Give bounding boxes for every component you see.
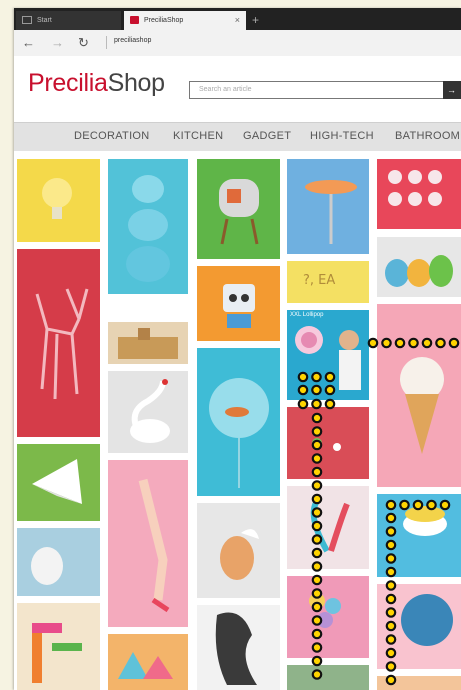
site-favicon-icon <box>130 16 139 25</box>
product-tile-hearts[interactable] <box>377 159 461 229</box>
product-tile-paint-roller[interactable] <box>287 159 369 254</box>
close-tab-button[interactable]: × <box>235 11 240 30</box>
search-button[interactable]: → <box>443 81 461 99</box>
tab-preciliashop[interactable]: PreciliaShop × <box>124 11 246 30</box>
product-tile-blue-stack[interactable] <box>108 159 188 294</box>
menu-item-high-tech[interactable]: HIGH-TECH <box>310 130 374 142</box>
product-tile-origami[interactable] <box>17 444 100 521</box>
product-tile-ikea-keys[interactable]: ?, EA <box>287 261 369 303</box>
site-header: PreciliaShop Search an article → <box>14 56 461 122</box>
site-logo[interactable]: PreciliaShop <box>28 69 165 98</box>
product-tile-patchwork-chair[interactable] <box>197 159 280 259</box>
product-tile-chair-toy[interactable] <box>17 603 100 690</box>
product-tile-fish-balloon[interactable] <box>197 348 280 496</box>
url-field[interactable]: preciliashop <box>114 37 151 44</box>
product-tile-dessert[interactable] <box>377 676 461 690</box>
logo-part-precilia: Precilia <box>28 69 108 97</box>
page-icon <box>22 16 32 25</box>
product-tile-lollipop[interactable]: XXL Lollipop <box>287 310 369 400</box>
tile-text: ?, EA <box>303 273 336 288</box>
product-tile-feather-vase[interactable] <box>287 486 369 569</box>
product-tile-landscape[interactable] <box>287 665 369 690</box>
product-tile-balloons[interactable] <box>287 576 369 658</box>
address-separator <box>106 36 107 49</box>
product-tile-glass-deer[interactable] <box>17 249 100 437</box>
search-input[interactable]: Search an article <box>189 81 444 99</box>
product-tile-lightbulb[interactable] <box>17 159 100 242</box>
product-tile-robot[interactable] <box>197 266 280 341</box>
browser-window: Start PreciliaShop × + ← → ↻ preciliasho… <box>14 8 461 690</box>
product-grid: ?, EA XXL Lollipop <box>14 151 461 690</box>
new-tab-button[interactable]: + <box>252 11 259 30</box>
product-tile-leg-lamp[interactable] <box>108 460 188 627</box>
back-button[interactable]: ← <box>22 34 35 51</box>
tile-caption: XXL Lollipop <box>290 312 324 318</box>
tab-label: Start <box>37 17 52 24</box>
address-bar: ← → ↻ preciliashop <box>14 30 461 57</box>
product-tile-pyramids[interactable] <box>108 634 188 690</box>
refresh-button[interactable]: ↻ <box>78 34 89 51</box>
product-tile-egg[interactable] <box>197 503 280 598</box>
product-tile-ice-cream[interactable] <box>377 304 461 487</box>
product-tile-dripping-lamp[interactable] <box>377 494 461 577</box>
tab-bar: Start PreciliaShop × + <box>14 8 461 30</box>
product-tile-panton-chair[interactable] <box>197 605 280 690</box>
forward-button[interactable]: → <box>51 34 64 51</box>
menu-item-bathroom[interactable]: BATHROOM <box>395 130 460 142</box>
menu-item-gadget[interactable]: GADGET <box>243 130 291 142</box>
product-tile-blue-balloon[interactable] <box>377 584 461 669</box>
logo-part-shop: Shop <box>107 69 165 97</box>
product-tile-pitcher[interactable] <box>17 528 100 596</box>
category-menu: DECORATION KITCHEN GADGET HIGH-TECH BATH… <box>14 122 461 152</box>
product-tile-sandcastle[interactable] <box>108 322 188 364</box>
tab-start[interactable]: Start <box>16 11 121 30</box>
product-tile-candy-jars[interactable] <box>377 237 461 297</box>
tab-label: PreciliaShop <box>144 17 184 24</box>
menu-item-kitchen[interactable]: KITCHEN <box>173 130 223 142</box>
product-tile-swan[interactable] <box>108 371 188 453</box>
menu-item-decoration[interactable]: DECORATION <box>74 130 150 142</box>
product-tile-figurines[interactable] <box>287 407 369 479</box>
